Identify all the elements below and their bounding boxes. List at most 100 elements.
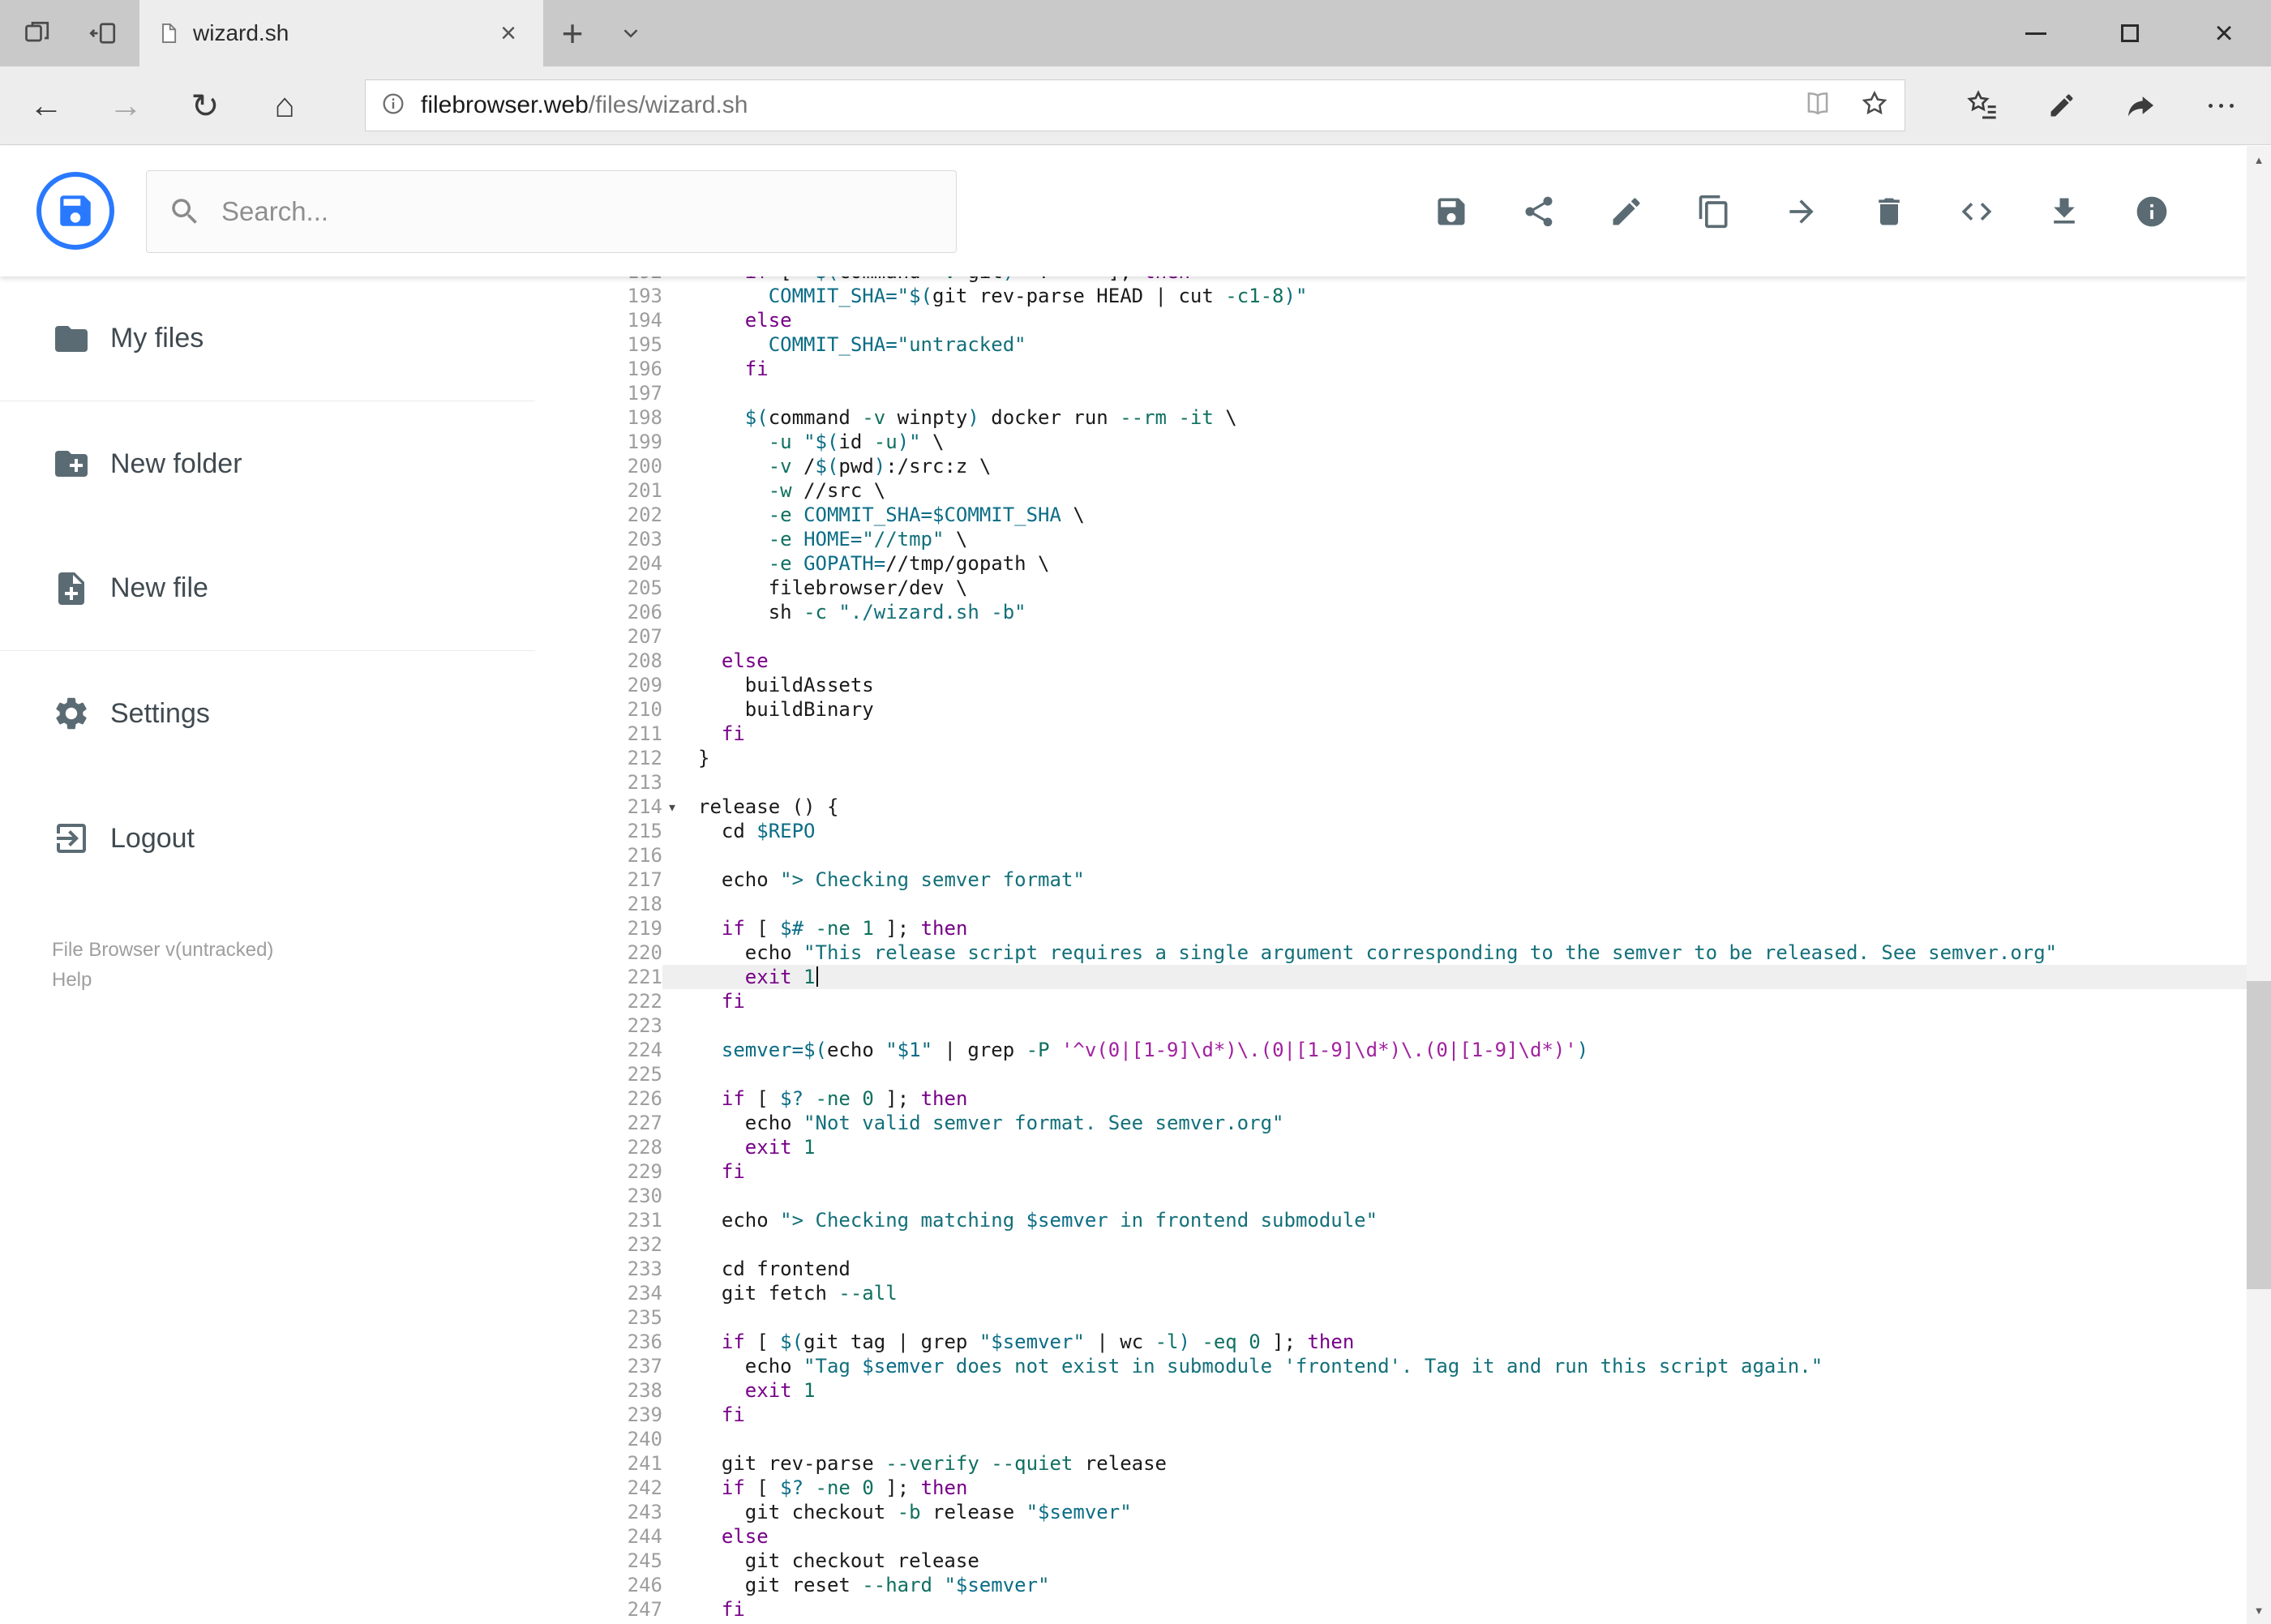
code-line-225[interactable]: 225	[568, 1062, 2247, 1086]
share-icon[interactable]	[2102, 66, 2181, 144]
info-button[interactable]	[2134, 194, 2170, 229]
code-line-192[interactable]: 192 if [ "$(command -v git)" != "" ]; th…	[568, 276, 2247, 284]
code-line-219[interactable]: 219 if [ $# -ne 1 ]; then	[568, 916, 2247, 941]
code-line-217[interactable]: 217 echo "> Checking semver format"	[568, 868, 2247, 892]
code-line-194[interactable]: 194 else	[568, 308, 2247, 332]
move-button[interactable]	[1784, 194, 1819, 229]
code-view-button[interactable]	[1959, 194, 1995, 229]
scrollbar-thumb[interactable]	[2247, 981, 2271, 1289]
code-line-214[interactable]: 214 ▾ release () {	[568, 795, 2247, 819]
code-line-205[interactable]: 205 filebrowser/dev \	[568, 576, 2247, 600]
code-line-208[interactable]: 208 else	[568, 649, 2247, 673]
code-line-234[interactable]: 234 git fetch --all	[568, 1281, 2247, 1305]
scroll-up-icon[interactable]: ▲	[2247, 146, 2271, 174]
search-box[interactable]	[146, 170, 957, 253]
reading-view-icon[interactable]	[1802, 88, 1833, 123]
code-line-229[interactable]: 229 fi	[568, 1159, 2247, 1184]
save-button[interactable]	[1433, 194, 1469, 229]
more-menu-icon[interactable]	[2181, 66, 2260, 144]
code-line-222[interactable]: 222 fi	[568, 989, 2247, 1013]
share-button[interactable]	[1521, 194, 1557, 229]
close-window-button[interactable]: ×	[2177, 0, 2271, 66]
code-line-247[interactable]: 247 fi	[568, 1597, 2247, 1622]
code-line-241[interactable]: 241 git rev-parse --verify --quiet relea…	[568, 1451, 2247, 1476]
download-button[interactable]	[2046, 194, 2082, 229]
code-line-195[interactable]: 195 COMMIT_SHA="untracked"	[568, 332, 2247, 357]
code-line-228[interactable]: 228 exit 1	[568, 1135, 2247, 1159]
code-line-212[interactable]: 212}	[568, 746, 2247, 770]
code-line-196[interactable]: 196 fi	[568, 357, 2247, 381]
search-input[interactable]	[221, 196, 935, 227]
code-line-237[interactable]: 237 echo "Tag $semver does not exist in …	[568, 1354, 2247, 1378]
code-line-206[interactable]: 206 sh -c "./wizard.sh -b"	[568, 600, 2247, 624]
code-line-226[interactable]: 226 if [ $? -ne 0 ]; then	[568, 1086, 2247, 1111]
code-line-227[interactable]: 227 echo "Not valid semver format. See s…	[568, 1111, 2247, 1135]
sidebar-item-new-folder[interactable]: New folder	[0, 401, 535, 526]
address-bar[interactable]: filebrowser.web/files/wizard.sh	[365, 79, 1905, 131]
page-scrollbar[interactable]: ▲ ▼	[2247, 146, 2271, 1624]
code-line-201[interactable]: 201 -w //src \	[568, 478, 2247, 503]
code-line-210[interactable]: 210 buildBinary	[568, 697, 2247, 722]
sidebar-item-new-file[interactable]: New file	[0, 526, 535, 651]
code-line-207[interactable]: 207	[568, 624, 2247, 649]
code-line-220[interactable]: 220 echo "This release script requires a…	[568, 941, 2247, 965]
sidebar-item-my-files[interactable]: My files	[0, 276, 535, 401]
code-line-244[interactable]: 244 else	[568, 1524, 2247, 1549]
code-line-242[interactable]: 242 if [ $? -ne 0 ]; then	[568, 1476, 2247, 1500]
code-line-211[interactable]: 211 fi	[568, 722, 2247, 746]
set-tabs-aside-icon[interactable]	[89, 19, 118, 48]
code-line-233[interactable]: 233 cd frontend	[568, 1257, 2247, 1281]
code-line-204[interactable]: 204 -e GOPATH=//tmp/gopath \	[568, 551, 2247, 576]
tab-close-icon[interactable]: ×	[491, 0, 525, 66]
code-line-209[interactable]: 209 buildAssets	[568, 673, 2247, 697]
code-line-224[interactable]: 224 semver=$(echo "$1" | grep -P '^v(0|[…	[568, 1038, 2247, 1062]
code-line-236[interactable]: 236 if [ $(git tag | grep "$semver" | wc…	[568, 1330, 2247, 1354]
home-icon[interactable]: ⌂	[245, 66, 324, 144]
code-line-243[interactable]: 243 git checkout -b release "$semver"	[568, 1500, 2247, 1524]
code-line-202[interactable]: 202 -e COMMIT_SHA=$COMMIT_SHA \	[568, 503, 2247, 527]
code-line-193[interactable]: 193 COMMIT_SHA="$(git rev-parse HEAD | c…	[568, 284, 2247, 308]
forward-icon[interactable]: →	[86, 66, 165, 144]
help-link[interactable]: Help	[52, 965, 535, 995]
code-line-197[interactable]: 197	[568, 381, 2247, 405]
code-line-198[interactable]: 198 $(command -v winpty) docker run --rm…	[568, 405, 2247, 430]
favorite-star-icon[interactable]	[1859, 88, 1890, 123]
code-line-245[interactable]: 245 git checkout release	[568, 1549, 2247, 1573]
browser-tab-wizard-sh[interactable]: wizard.sh ×	[139, 0, 543, 66]
code-line-221[interactable]: 221 exit 1	[568, 965, 2247, 989]
new-tab-button[interactable]: +	[543, 2, 602, 65]
refresh-icon[interactable]: ↻	[165, 66, 245, 144]
tab-preview-chevron-icon[interactable]	[602, 21, 660, 45]
minimize-button[interactable]	[1989, 0, 2083, 66]
web-note-pen-icon[interactable]	[2022, 66, 2102, 144]
maximize-button[interactable]	[2083, 0, 2177, 66]
copy-button[interactable]	[1696, 194, 1732, 229]
scroll-down-icon[interactable]: ▼	[2247, 1596, 2271, 1624]
code-line-232[interactable]: 232	[568, 1232, 2247, 1257]
code-line-239[interactable]: 239 fi	[568, 1403, 2247, 1427]
sidebar-item-logout[interactable]: Logout	[0, 776, 535, 901]
show-set-aside-tabs-icon[interactable]	[23, 19, 52, 48]
code-line-230[interactable]: 230	[568, 1184, 2247, 1208]
code-editor-container[interactable]: 192 if [ "$(command -v git)" != "" ]; th…	[568, 276, 2247, 1624]
fold-marker-icon[interactable]: ▾	[667, 795, 677, 819]
code-line-246[interactable]: 246 git reset --hard "$semver"	[568, 1573, 2247, 1597]
code-line-215[interactable]: 215 cd $REPO	[568, 819, 2247, 843]
delete-button[interactable]	[1871, 194, 1907, 229]
code-line-213[interactable]: 213	[568, 770, 2247, 795]
code-line-223[interactable]: 223	[568, 1013, 2247, 1038]
code-line-200[interactable]: 200 -v /$(pwd):/src:z \	[568, 454, 2247, 478]
back-icon[interactable]: ←	[6, 66, 86, 144]
code-line-218[interactable]: 218	[568, 892, 2247, 916]
rename-button[interactable]	[1609, 194, 1644, 229]
code-line-231[interactable]: 231 echo "> Checking matching $semver in…	[568, 1208, 2247, 1232]
code-line-235[interactable]: 235	[568, 1305, 2247, 1330]
code-line-238[interactable]: 238 exit 1	[568, 1378, 2247, 1403]
sidebar-item-settings[interactable]: Settings	[0, 651, 535, 776]
code-line-240[interactable]: 240	[568, 1427, 2247, 1451]
code-line-203[interactable]: 203 -e HOME="//tmp" \	[568, 527, 2247, 551]
code-line-199[interactable]: 199 -u "$(id -u)" \	[568, 430, 2247, 454]
site-info-icon[interactable]	[380, 91, 406, 121]
code-line-216[interactable]: 216	[568, 843, 2247, 868]
hub-favorites-icon[interactable]	[1943, 66, 2022, 144]
